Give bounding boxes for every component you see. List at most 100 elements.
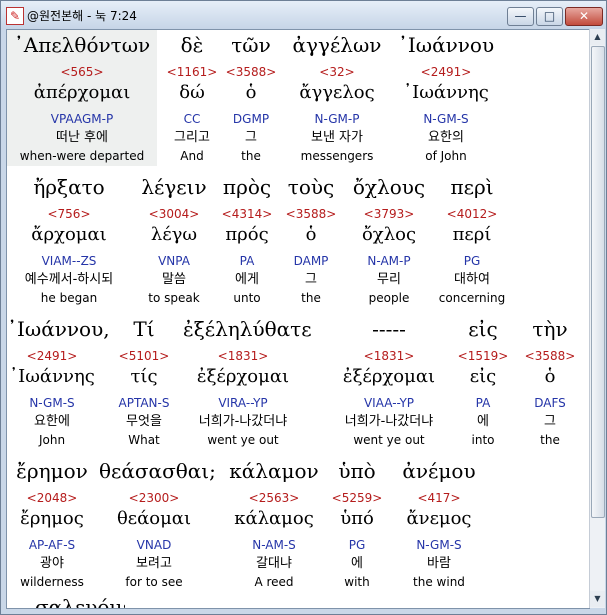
korean-gloss: 말씀 xyxy=(162,272,186,287)
word-cell[interactable]: ᾽Ιωάννου, <2491> ᾽Ιωάννης N-GM-S 요한에 John xyxy=(7,314,110,450)
english-gloss: when-were departed xyxy=(19,149,145,163)
korean-gloss: 요한에 xyxy=(34,414,70,429)
strongs-number-link[interactable]: <5259> xyxy=(327,491,387,506)
parsing-code: N-AM-S xyxy=(252,538,296,552)
english-gloss: people xyxy=(368,291,410,305)
strongs-number-link[interactable]: <3793> xyxy=(345,207,433,222)
english-gloss: unto xyxy=(233,291,261,305)
korean-gloss: 갈대냐 xyxy=(256,556,292,571)
english-gloss: the xyxy=(540,433,560,447)
minimize-button[interactable]: — xyxy=(507,7,534,26)
lemma-word: ἔρημος xyxy=(20,508,84,529)
scroll-up-icon[interactable]: ▲ xyxy=(590,29,605,45)
word-cell[interactable]: ὑπὸ <5259> ὑπό PG 에 with xyxy=(327,456,387,592)
strongs-number-link[interactable]: <2563> xyxy=(219,491,329,506)
strongs-number-link[interactable]: <3004> xyxy=(129,207,219,222)
parsing-code: PG xyxy=(463,254,481,268)
vertical-scrollbar[interactable]: ▲ ▼ xyxy=(589,29,605,608)
greek-word: θεάσασθαι; xyxy=(99,459,216,483)
parsing-code: PA xyxy=(239,254,255,268)
word-cell[interactable]: πρὸς <4314> πρός PA 에게 unto xyxy=(215,172,279,308)
word-cell[interactable]: τὴν <3588> ὁ DAFS 그 the xyxy=(515,314,585,450)
strongs-number-link[interactable]: <565> xyxy=(7,65,157,80)
english-gloss: went ye out xyxy=(207,433,279,447)
strongs-number-link[interactable]: <1831> xyxy=(183,349,303,364)
english-gloss: wilderness xyxy=(20,575,84,589)
strongs-number-link[interactable]: <2491> xyxy=(385,65,507,80)
strongs-number-link[interactable]: <32> xyxy=(281,65,393,80)
strongs-number-link[interactable]: <3588> xyxy=(279,207,343,222)
greek-word: ----- xyxy=(372,317,406,341)
word-cell[interactable]: ----- <1831> ἐξέρχομαι VIAA--YP 너희가-나갔더냐 went… xyxy=(325,314,453,450)
word-cell[interactable]: ἔρημον <2048> ἔρημος AP-AF-S 광야 wilderness xyxy=(7,456,97,592)
scroll-down-icon[interactable]: ▼ xyxy=(590,591,605,607)
strongs-number-link[interactable]: <1161> xyxy=(157,65,227,80)
word-cell[interactable]: δὲ <1161> δώ CC 그리고 And xyxy=(157,30,227,166)
english-gloss: messengers xyxy=(300,149,374,163)
lemma-word: ἐξέρχομαι xyxy=(196,366,290,387)
lemma-word: θεάομαι xyxy=(116,508,192,529)
strongs-number-link[interactable]: <417> xyxy=(387,491,491,506)
strongs-number-link[interactable]: <5101> xyxy=(99,349,189,364)
word-cell[interactable]: ἐξέληλύθατε <1831> ἐξέρχομαι VIRA--YP 너희가-나갔… xyxy=(183,314,312,450)
greek-word: εἰς xyxy=(468,317,498,341)
lemma-word: ὄχλος xyxy=(361,224,417,245)
strongs-number-link[interactable]: <2491> xyxy=(7,349,97,364)
parsing-code: N-GM-S xyxy=(416,538,462,552)
lemma-word: περί xyxy=(452,224,492,245)
word-cell[interactable]: ᾽Ιωάννου <2491> ᾽Ιωάννης N-GM-S 요한의 of John xyxy=(385,30,507,166)
word-cell[interactable]: ὄχλους <3793> ὄχλος N-AM-P 무리 people xyxy=(345,172,433,308)
maximize-button[interactable]: □ xyxy=(536,7,563,26)
word-cell[interactable]: θεάσασθαι; <2300> θεάομαι VNAD 보려고 for to see xyxy=(99,456,216,592)
word-cell[interactable]: ἀνέμου <417> ἄνεμος N-GM-S 바람 the wind xyxy=(387,456,491,592)
english-gloss: And xyxy=(180,149,204,163)
strongs-number-link[interactable]: <4314> xyxy=(215,207,279,222)
word-cell[interactable]: ἤρξατο <756> ἄρχομαι VIAM--ZS 예수께서-하시되 he beg… xyxy=(9,172,129,308)
strongs-number-link[interactable]: <756> xyxy=(9,207,129,222)
strongs-number-link[interactable]: <3588> xyxy=(221,65,281,80)
strongs-number-link[interactable]: <2300> xyxy=(99,491,209,506)
word-cell[interactable]: ᾽Απελθόντων <565> ἀπέρχομαι VPAAGM-P 떠난 후에 wh… xyxy=(7,30,157,166)
word-cell[interactable]: τῶν <3588> ὁ DGMP 그 the xyxy=(221,30,281,166)
strongs-number-link[interactable]: <3588> xyxy=(515,349,585,364)
title-bar[interactable]: ✎ @원전본해 - 눅 7:24 — □ ✕ xyxy=(1,1,606,29)
strongs-number-link[interactable]: <4012> xyxy=(427,207,517,222)
lemma-word: δώ xyxy=(179,82,205,103)
lemma-word: εἰς xyxy=(469,366,497,387)
greek-word: πρὸς xyxy=(222,175,272,199)
close-button[interactable]: ✕ xyxy=(565,7,603,26)
strongs-number-link[interactable]: <2048> xyxy=(7,491,97,506)
greek-word: τῶν xyxy=(231,33,271,57)
word-cell[interactable]: Τί <5101> τίς APTAN-S 무엇을 What xyxy=(99,314,189,450)
greek-word: ἀγγέλων xyxy=(292,33,382,57)
lemma-word: κάλαμος xyxy=(234,508,314,529)
interlinear-text-view[interactable]: σαλευόμενον ᾽Απελθόντων <565> ἀπέρχομαι VPA… xyxy=(6,29,590,609)
word-cell[interactable]: κάλαμον <2563> κάλαμος N-AM-S 갈대냐 A reed xyxy=(219,456,329,592)
korean-gloss: 무리 xyxy=(377,272,401,287)
korean-gloss: 그 xyxy=(245,130,257,145)
korean-gloss: 에게 xyxy=(235,272,259,287)
parsing-code: VIAA--YP xyxy=(363,396,415,410)
parsing-code: N-GM-S xyxy=(423,112,469,126)
strongs-number-link[interactable]: <1519> xyxy=(447,349,519,364)
korean-gloss: 떠난 후에 xyxy=(56,130,108,145)
partial-next-row-word: σαλευόμενον xyxy=(35,595,125,608)
greek-word: ἔρημον xyxy=(16,459,88,483)
word-cell[interactable]: ἀγγέλων <32> ἄγγελος N-GM-P 보낸 자가 messengers xyxy=(281,30,393,166)
app-window: ✎ @원전본해 - 눅 7:24 — □ ✕ σαλευόμενον ᾽Απελ… xyxy=(0,0,607,615)
app-icon[interactable]: ✎ xyxy=(6,7,24,25)
scrollbar-thumb[interactable] xyxy=(591,46,605,518)
parsing-code: DAMP xyxy=(293,254,329,268)
lemma-word: τίς xyxy=(130,366,158,387)
english-gloss: the wind xyxy=(413,575,465,589)
word-cell[interactable]: περὶ <4012> περί PG 대하여 concerning xyxy=(427,172,517,308)
lemma-word: πρός xyxy=(225,224,269,245)
word-cell[interactable]: τοὺς <3588> ὁ DAMP 그 the xyxy=(279,172,343,308)
strongs-number-link[interactable]: <1831> xyxy=(325,349,453,364)
word-cell[interactable]: λέγειν <3004> λέγω VNPA 말씀 to speak xyxy=(129,172,219,308)
english-gloss: A reed xyxy=(254,575,294,589)
english-gloss: concerning xyxy=(438,291,506,305)
korean-gloss: 무엇을 xyxy=(126,414,162,429)
word-cell[interactable]: εἰς <1519> εἰς PA 에 into xyxy=(447,314,519,450)
korean-gloss: 보낸 자가 xyxy=(311,130,363,145)
